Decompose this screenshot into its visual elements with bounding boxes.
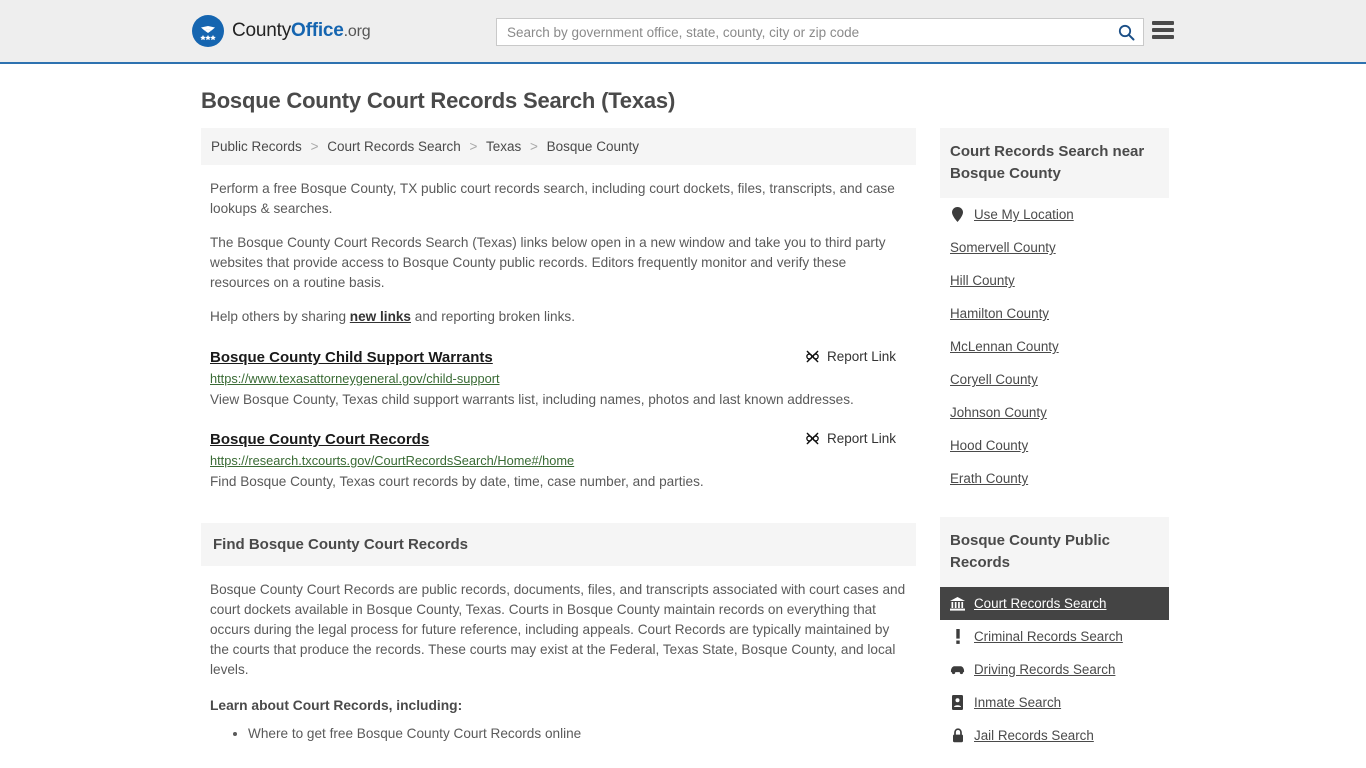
sidebar-item-erath-county[interactable]: Erath County: [940, 462, 1169, 495]
sidebar-item-label: Coryell County: [950, 372, 1038, 387]
sidebar-item-label: Court Records Search: [974, 596, 1107, 611]
search-input[interactable]: [497, 19, 1109, 45]
sidebar-item-label: Johnson County: [950, 405, 1047, 420]
sidebar-item-court-records-search[interactable]: Court Records Search: [940, 587, 1169, 620]
sidebar-item-label: Inmate Search: [974, 695, 1062, 710]
sidebar-item-mclennan-county[interactable]: McLennan County: [940, 330, 1169, 363]
site-header: CountyOffice.org: [0, 0, 1366, 64]
intro-p3-after: and reporting broken links.: [411, 309, 575, 324]
sidebar-item-somervell-county[interactable]: Somervell County: [940, 231, 1169, 264]
result-item: Bosque County Child Support Warrants Rep…: [210, 349, 908, 411]
result-url[interactable]: https://research.txcourts.gov/CourtRecor…: [210, 453, 908, 468]
result-header: Bosque County Court Records Report Link: [210, 431, 908, 448]
sidebar-item-label: McLennan County: [950, 339, 1059, 354]
public-records-list: Court Records Search Criminal Records Se…: [940, 587, 1169, 752]
report-link-label: Report Link: [826, 349, 896, 364]
result-title-link[interactable]: Bosque County Court Records: [210, 431, 429, 448]
search-icon: [1118, 24, 1134, 40]
page-title: Bosque County Court Records Search (Texa…: [201, 88, 676, 113]
learn-about-heading: Learn about Court Records, including:: [210, 698, 463, 713]
breadcrumb-item-public-records[interactable]: Public Records: [211, 139, 302, 154]
report-link-button[interactable]: Report Link: [805, 431, 896, 446]
nearby-counties-heading: Court Records Search near Bosque County: [940, 128, 1169, 198]
broken-link-icon: [806, 350, 819, 363]
public-records-panel: Bosque County Public Records Court Recor…: [940, 517, 1169, 752]
sidebar-item-label: Hamilton County: [950, 306, 1049, 321]
breadcrumb: Public Records > Court Records Search > …: [201, 128, 916, 165]
sidebar-item-label: Somervell County: [950, 240, 1056, 255]
search-bar: [496, 18, 1144, 46]
exclamation-icon: [950, 629, 965, 644]
nearby-counties-panel: Court Records Search near Bosque County …: [940, 128, 1169, 495]
result-item: Bosque County Court Records Report Link: [210, 431, 908, 493]
intro-p3-before: Help others by sharing: [210, 309, 350, 324]
breadcrumb-separator: >: [310, 139, 319, 154]
sidebar-item-use-my-location[interactable]: Use My Location: [940, 198, 1169, 231]
section-paragraph: Bosque County Court Records are public r…: [210, 582, 906, 677]
list-item: Where to get free Bosque County Court Re…: [248, 723, 908, 745]
result-title-link[interactable]: Bosque County Child Support Warrants: [210, 349, 493, 366]
id-badge-icon: [950, 695, 965, 710]
sidebar-item-hood-county[interactable]: Hood County: [940, 429, 1169, 462]
learn-about-list: Where to get free Bosque County Court Re…: [210, 723, 908, 745]
result-list: Bosque County Child Support Warrants Rep…: [201, 349, 916, 493]
public-records-heading: Bosque County Public Records: [940, 517, 1169, 587]
map-pin-icon: [950, 207, 965, 222]
brand-part-county: County: [232, 20, 292, 41]
lock-icon: [950, 728, 965, 743]
sidebar: Court Records Search near Bosque County …: [940, 128, 1169, 762]
section-heading: Find Bosque County Court Records: [201, 523, 916, 566]
courthouse-icon: [950, 596, 965, 611]
result-description: Find Bosque County, Texas court records …: [210, 474, 704, 489]
breadcrumb-item-texas[interactable]: Texas: [486, 139, 521, 154]
result-description: View Bosque County, Texas child support …: [210, 392, 854, 407]
brand-part-tld: .org: [343, 23, 371, 40]
intro-paragraph-2: The Bosque County Court Records Search (…: [210, 235, 886, 290]
nearby-counties-list: Use My Location Somervell County Hill Co…: [940, 198, 1169, 495]
sidebar-item-jail-records-search[interactable]: Jail Records Search: [940, 719, 1169, 752]
sidebar-item-hamilton-county[interactable]: Hamilton County: [940, 297, 1169, 330]
breadcrumb-separator: >: [530, 139, 538, 154]
breadcrumb-separator: >: [469, 139, 478, 154]
breadcrumb-item-bosque-county: Bosque County: [546, 139, 639, 154]
main-column: Public Records > Court Records Search > …: [201, 128, 916, 749]
sidebar-item-label: Hood County: [950, 438, 1029, 453]
section-body: Bosque County Court Records are public r…: [201, 580, 916, 745]
car-icon: [950, 662, 965, 677]
result-header: Bosque County Child Support Warrants Rep…: [210, 349, 908, 366]
brand-text: CountyOffice.org: [232, 20, 371, 42]
new-links-link[interactable]: new links: [350, 309, 411, 324]
sidebar-item-inmate-search[interactable]: Inmate Search: [940, 686, 1169, 719]
content-container: Bosque County Court Records Search (Texa…: [193, 88, 1173, 762]
brand-part-office: Office: [291, 20, 344, 41]
result-url[interactable]: https://www.texasattorneygeneral.gov/chi…: [210, 371, 908, 386]
two-column-layout: Public Records > Court Records Search > …: [201, 128, 1173, 762]
sidebar-item-label: Use My Location: [974, 207, 1074, 222]
sidebar-item-label: Hill County: [950, 273, 1015, 288]
broken-link-icon: [806, 432, 819, 445]
report-link-label: Report Link: [826, 431, 896, 446]
report-link-button[interactable]: Report Link: [805, 349, 896, 364]
sidebar-item-hill-county[interactable]: Hill County: [940, 264, 1169, 297]
sidebar-item-criminal-records-search[interactable]: Criminal Records Search: [940, 620, 1169, 653]
site-logo[interactable]: CountyOffice.org: [192, 15, 371, 47]
sidebar-item-johnson-county[interactable]: Johnson County: [940, 396, 1169, 429]
sidebar-item-coryell-county[interactable]: Coryell County: [940, 363, 1169, 396]
intro-paragraph-3: Help others by sharing new links and rep…: [201, 307, 916, 327]
hamburger-menu-icon[interactable]: [1152, 19, 1174, 41]
sidebar-item-label: Erath County: [950, 471, 1029, 486]
sidebar-item-label: Criminal Records Search: [974, 629, 1123, 644]
sidebar-item-label: Jail Records Search: [974, 728, 1094, 743]
breadcrumb-item-court-records-search[interactable]: Court Records Search: [327, 139, 461, 154]
eagle-emblem-icon: [192, 15, 224, 47]
sidebar-item-label: Driving Records Search: [974, 662, 1116, 677]
sidebar-item-driving-records-search[interactable]: Driving Records Search: [940, 653, 1169, 686]
page-body: Bosque County Court Records Search (Texa…: [0, 88, 1366, 762]
intro-paragraph-1: Perform a free Bosque County, TX public …: [210, 181, 895, 216]
search-button[interactable]: [1109, 19, 1143, 45]
